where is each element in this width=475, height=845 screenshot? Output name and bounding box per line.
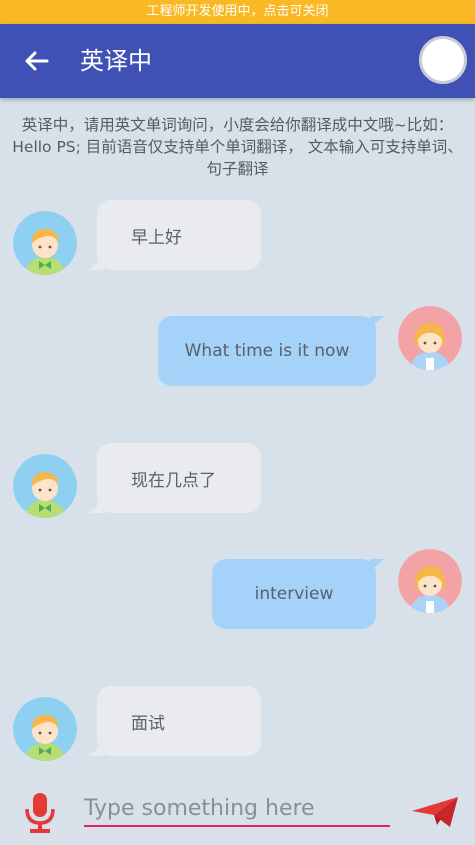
message-text: What time is it now [184, 341, 350, 361]
chat-bubble-received: 现在几点了 [89, 443, 261, 513]
message-text: 现在几点了 [131, 470, 216, 491]
chat-bubble-sent: What time is it now [158, 316, 384, 386]
girl-avatar-icon [398, 549, 462, 613]
paper-plane-send-icon [412, 797, 458, 827]
message-text: 早上好 [131, 227, 182, 248]
intro-text: 英译中，请用英文单词询问，小度会给你翻译成中文哦~比如：Hello PS; 目前… [12, 116, 463, 178]
page-title: 英译中 [80, 47, 152, 75]
back-button[interactable] [20, 44, 54, 78]
user-avatar [398, 306, 462, 370]
arrow-left-icon [25, 51, 49, 71]
send-button[interactable] [410, 795, 460, 829]
boy-avatar-icon [13, 697, 77, 761]
dev-mode-banner-text: 工程师开发使用中，点击可关闭 [146, 4, 329, 19]
chat-bubble-received: 面试 [89, 686, 261, 756]
girl-avatar-icon [398, 306, 462, 370]
microphone-icon [25, 793, 55, 833]
voice-input-button[interactable] [22, 793, 58, 833]
app-bar: 英译中 [0, 24, 475, 98]
message-text: interview [254, 584, 334, 604]
message-text: 面试 [131, 713, 165, 734]
dev-mode-banner[interactable]: 工程师开发使用中，点击可关闭 [0, 0, 475, 24]
message-input-bar [0, 775, 475, 845]
profile-button[interactable] [419, 36, 467, 84]
user-avatar [398, 549, 462, 613]
bot-avatar [13, 211, 77, 275]
chat-bubble-received: 早上好 [89, 200, 261, 270]
message-input[interactable] [84, 791, 390, 827]
bot-avatar [13, 454, 77, 518]
boy-avatar-icon [13, 454, 77, 518]
bot-avatar [13, 697, 77, 761]
chat-bubble-sent: interview [212, 559, 384, 629]
boy-avatar-icon [13, 211, 77, 275]
